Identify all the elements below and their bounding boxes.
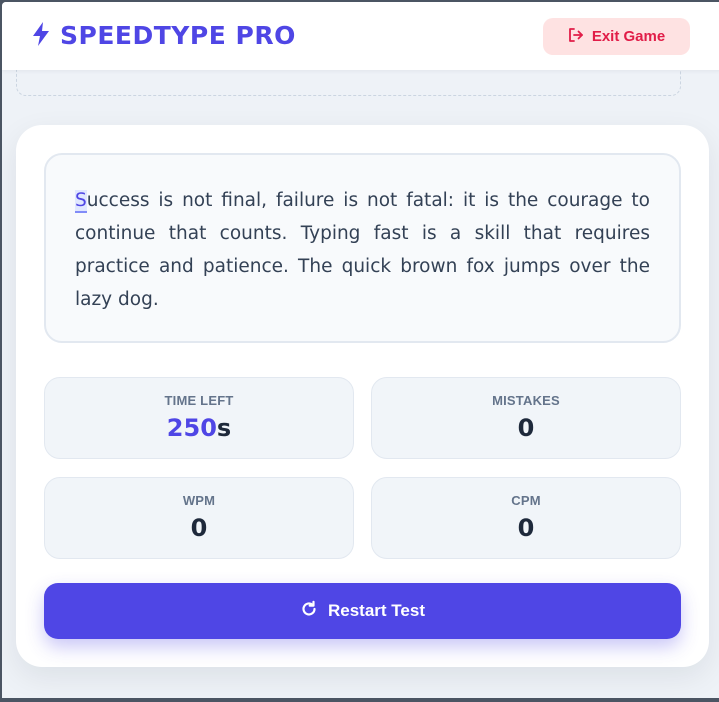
wpm-value: 0 — [190, 514, 208, 542]
cpm-label: CPM — [511, 493, 541, 508]
wpm-label: WPM — [182, 493, 216, 508]
sign-out-icon — [568, 27, 584, 46]
cpm-stat: CPM 0 — [371, 477, 681, 559]
mistakes-stat: MISTAKES 0 — [371, 377, 681, 459]
time-left-unit: s — [216, 414, 232, 442]
time-left-label: TIME LEFT — [164, 393, 234, 408]
passage-remaining-text: uccess is not final, failure is not fata… — [75, 190, 650, 310]
time-left-value-wrap: 250s — [45, 414, 353, 442]
exit-game-label: Exit Game — [591, 28, 666, 45]
top-navigation-bar: SPEEDTYPE PRO Exit Game — [2, 2, 719, 70]
current-character: S — [75, 190, 87, 213]
exit-game-button[interactable]: Exit Game — [543, 18, 690, 55]
app-title: SPEEDTYPE PRO — [60, 21, 296, 50]
wpm-stat: WPM 0 — [44, 477, 354, 559]
time-left-stat: TIME LEFT 250s — [44, 377, 354, 459]
restart-test-label: Restart Test — [328, 601, 425, 620]
mistakes-value: 0 — [517, 414, 535, 442]
redo-icon — [300, 600, 318, 623]
cpm-value: 0 — [517, 514, 535, 542]
mistakes-label: MISTAKES — [492, 393, 560, 408]
restart-test-button[interactable]: Restart Test — [44, 583, 681, 639]
typing-test-card: Success is not final, failure is not fat… — [16, 125, 709, 667]
typing-passage[interactable]: Success is not final, failure is not fat… — [44, 153, 681, 343]
brand: SPEEDTYPE PRO — [32, 21, 296, 50]
time-left-value: 250 — [166, 414, 217, 442]
bolt-icon — [32, 21, 50, 50]
app-window: SPEEDTYPE PRO Exit Game Success is not f… — [0, 0, 719, 698]
